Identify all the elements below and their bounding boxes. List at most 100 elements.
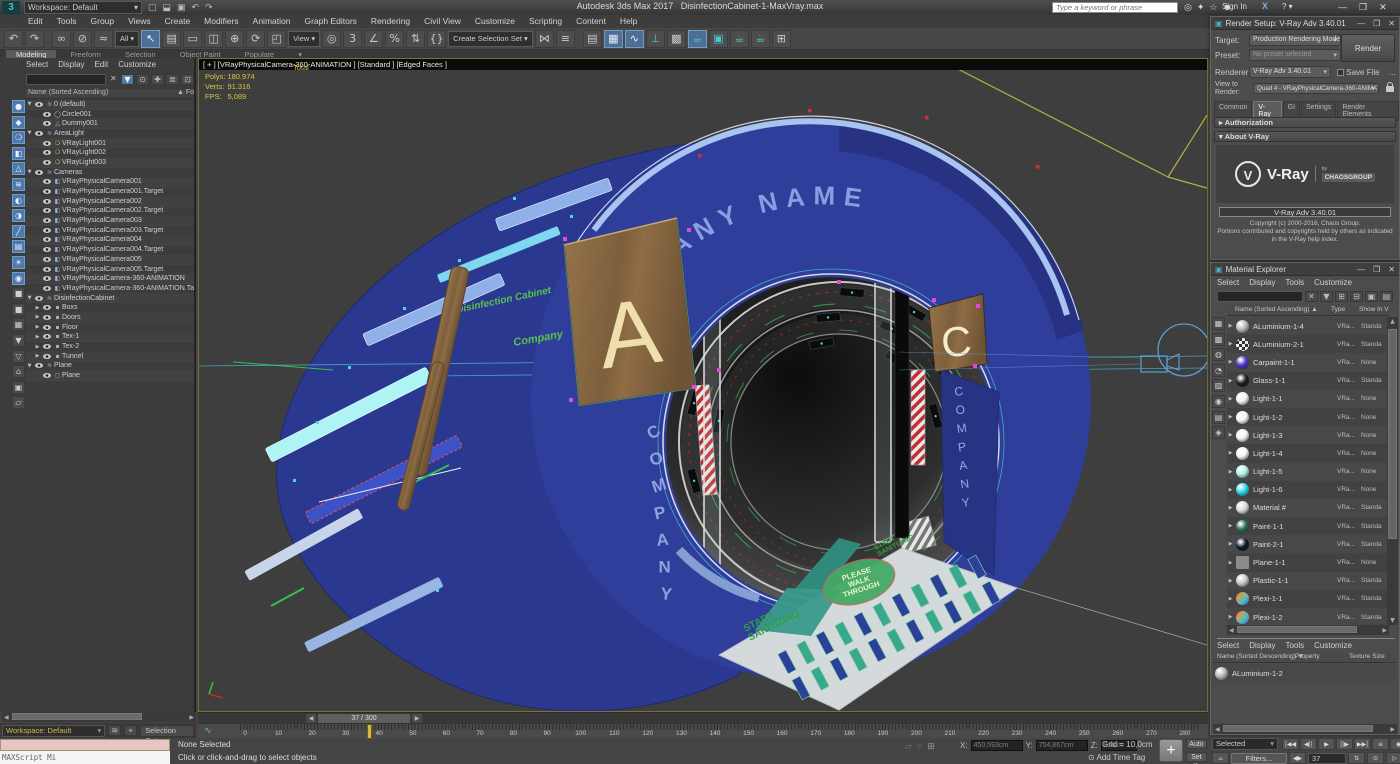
maximize-icon[interactable]: ❒ xyxy=(1373,17,1380,29)
mx-search-icon[interactable]: ▣ xyxy=(1365,291,1378,302)
3dsmax-logo-icon[interactable]: 3 xyxy=(2,1,20,14)
tree-row[interactable]: ▼≋AreaLight xyxy=(26,129,194,139)
sx-menu-customize[interactable]: Customize xyxy=(118,60,156,69)
undo-icon[interactable]: ↶ xyxy=(4,30,23,48)
create-selection-set-dropdown[interactable]: Create Selection Set ▾ xyxy=(448,31,533,47)
sx-filter-icon[interactable]: ≋ xyxy=(12,178,25,191)
visibility-eye-icon[interactable] xyxy=(43,141,51,146)
render-setup-icon[interactable]: ☕ xyxy=(688,30,707,48)
visibility-eye-icon[interactable] xyxy=(43,208,51,213)
visibility-eye-icon[interactable] xyxy=(43,112,51,117)
sx-filter-icon[interactable]: ▱ xyxy=(12,396,25,409)
visibility-eye-icon[interactable] xyxy=(35,363,43,368)
renderer-dropdown[interactable]: ▾V-Ray Adv 3.40.01 xyxy=(1249,66,1331,78)
sx-filter-icon[interactable]: ◆ xyxy=(12,116,25,129)
visibility-eye-icon[interactable] xyxy=(43,160,51,165)
maxscript-mini-listener[interactable]: MAXScript Mi xyxy=(0,751,170,764)
tree-row[interactable]: ▶▪Floor xyxy=(26,323,194,333)
select-by-name-icon[interactable]: ▤ xyxy=(162,30,181,48)
next-frame-icon[interactable]: ||▶ xyxy=(1336,738,1353,750)
material-list-header[interactable]: Name (Sorted Ascending) ▲ Type Show In V xyxy=(1227,306,1389,316)
y-coordinate-field[interactable]: 754,867cm xyxy=(1036,740,1088,751)
mx-rail-icon[interactable]: ▦ xyxy=(1212,317,1225,330)
visibility-eye-icon[interactable] xyxy=(43,247,51,252)
tree-row[interactable]: ◻Plane xyxy=(26,371,194,381)
mx-lower-menu-display[interactable]: Display xyxy=(1249,641,1275,650)
viewport-label[interactable]: [ + ] [VRayPhysicalCamera-360-ANIMATION … xyxy=(199,59,1207,70)
qat-icon[interactable]: ⬓ xyxy=(163,1,172,14)
selection-filter-dropdown[interactable]: All ▾ xyxy=(115,31,139,47)
sx-filter-icon[interactable]: ▽ xyxy=(12,350,25,363)
tree-row[interactable]: ◯Circle001 xyxy=(26,110,194,120)
mx-search-icon[interactable]: ⊞ xyxy=(1335,291,1348,302)
previous-frame-icon[interactable]: ◀|| xyxy=(1300,738,1317,750)
material-row[interactable]: ▶Light-1-4VRa...None xyxy=(1227,444,1389,462)
titlebar-icon[interactable]: ☆ xyxy=(1209,1,1217,14)
track-bar[interactable]: ∿ 01020304050607080901001101201301401501… xyxy=(198,723,1208,738)
unlink-selection-icon[interactable]: ⊘ xyxy=(73,30,92,48)
sx-menu-display[interactable]: Display xyxy=(58,60,84,69)
visibility-eye-icon[interactable] xyxy=(43,276,51,281)
target-dropdown[interactable]: ▾Production Rendering Mode xyxy=(1249,34,1341,46)
add-key-button[interactable]: + xyxy=(1159,739,1183,762)
material-row[interactable]: ▶Light-1-5VRa...None xyxy=(1227,463,1389,481)
expand-icon[interactable]: ▼ xyxy=(26,363,33,369)
current-frame-marker[interactable] xyxy=(367,724,372,739)
mx-menu-display[interactable]: Display xyxy=(1249,278,1275,287)
material-row[interactable]: ▶Material #VRa...Standa xyxy=(1227,499,1389,517)
filters-button[interactable]: Filters... xyxy=(1231,753,1287,764)
mx-rail-icon[interactable]: ◈ xyxy=(1212,426,1225,439)
menu-rendering[interactable]: Rendering xyxy=(371,15,410,28)
auto-key-button[interactable]: Auto xyxy=(1186,739,1207,749)
scene-explorer-hscrollbar[interactable]: ◀▶ xyxy=(2,712,196,722)
sx-filter-icon[interactable]: ◉ xyxy=(12,272,25,285)
tree-row[interactable]: ▶▪Tex-1 xyxy=(26,333,194,343)
sx-filter-icon[interactable]: ■ xyxy=(12,303,25,316)
mx-rail-icon[interactable]: ◍ xyxy=(1212,348,1225,361)
visibility-eye-icon[interactable] xyxy=(43,373,51,378)
menu-customize[interactable]: Customize xyxy=(475,15,515,28)
visibility-eye-icon[interactable] xyxy=(35,102,43,107)
mx-lower-menu-customize[interactable]: Customize xyxy=(1314,641,1352,650)
snap-toggle-3d-icon[interactable]: 3 xyxy=(343,30,362,48)
mx-search-icon[interactable]: ✕ xyxy=(1305,291,1318,302)
tree-row[interactable]: ◧VRayPhysicalCamera005 xyxy=(26,255,194,265)
material-row[interactable]: ALuminium-1-2 xyxy=(1213,664,1397,682)
visibility-eye-icon[interactable] xyxy=(35,296,43,301)
viewport-3d-scene[interactable]: COMPANY NAME COMPANY COMPANY Disinfectio… xyxy=(199,70,1207,711)
current-frame-field[interactable]: 37 xyxy=(1308,753,1346,764)
material-row[interactable]: ▶Glass-1-1VRa...Standa xyxy=(1227,372,1389,390)
expand-icon[interactable]: ▶ xyxy=(34,314,41,320)
rendered-frame-icon[interactable]: ▣ xyxy=(709,30,728,48)
visibility-eye-icon[interactable] xyxy=(43,286,51,291)
edit-named-selection-icon[interactable]: {} xyxy=(427,30,446,48)
visibility-eye-icon[interactable] xyxy=(43,228,51,233)
mx-search-icon[interactable]: ⊟ xyxy=(1350,291,1363,302)
sx-tool-icon[interactable]: ≣ xyxy=(166,74,179,85)
mx-rail-icon[interactable]: ◉ xyxy=(1212,395,1225,408)
sx-menu-select[interactable]: Select xyxy=(26,60,48,69)
tree-row[interactable]: ▼≋DisinfectionCabinet xyxy=(26,294,194,304)
material-row[interactable]: ▶Light-1-3VRa...None xyxy=(1227,426,1389,444)
mx-search-icon[interactable]: ▤ xyxy=(1380,291,1393,302)
menu-views[interactable]: Views xyxy=(128,15,151,28)
render-production-icon[interactable]: ☕ xyxy=(730,30,749,48)
selection-set-field[interactable]: Selection Set xyxy=(140,725,194,737)
expand-icon[interactable]: ▶ xyxy=(34,353,41,359)
menu-tools[interactable]: Tools xyxy=(57,15,77,28)
sx-filter-icon[interactable]: ● xyxy=(12,100,25,113)
material-row[interactable]: ▶Plexi-1-1VRa...Standa xyxy=(1227,590,1389,608)
expand-icon[interactable]: ▼ xyxy=(26,101,33,107)
viewport[interactable]: [ + ] [VRayPhysicalCamera-360-ANIMATION … xyxy=(198,58,1208,712)
preset-dropdown[interactable]: ▾No preset selected xyxy=(1249,49,1341,61)
material-list-hscrollbar[interactable]: ◀▶ xyxy=(1227,625,1389,635)
isolate-toggle-icon[interactable]: ≋ xyxy=(108,725,121,736)
menu-create[interactable]: Create xyxy=(165,15,191,28)
menu-graph-editors[interactable]: Graph Editors xyxy=(304,15,356,28)
expand-icon[interactable]: ▶ xyxy=(34,344,41,350)
qat-icon[interactable]: ↶ xyxy=(192,1,200,14)
material-row[interactable]: ▶Light-1-6VRa...None xyxy=(1227,481,1389,499)
offset-mode-icon[interactable]: ○ xyxy=(917,741,922,752)
visibility-eye-icon[interactable] xyxy=(43,267,51,272)
viewport-nav-icon[interactable]: ▷ xyxy=(1386,752,1400,764)
